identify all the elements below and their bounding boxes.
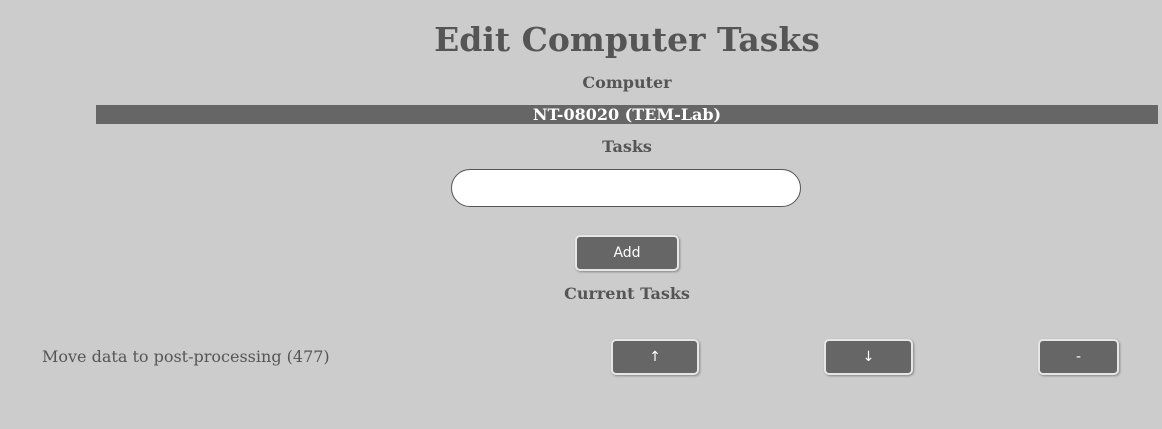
page-title: Edit Computer Tasks [434, 20, 820, 59]
add-task-button[interactable]: Add [575, 235, 679, 271]
task-row-text: Move data to post-processing (477) [42, 347, 330, 366]
task-input[interactable] [451, 169, 801, 207]
computer-label: Computer [582, 73, 672, 92]
move-up-button[interactable]: ↑ [611, 339, 699, 375]
tasks-label: Tasks [602, 137, 652, 156]
remove-task-button[interactable]: - [1038, 339, 1119, 375]
computer-name-bar: NT-08020 (TEM-Lab) [96, 105, 1158, 124]
edit-computer-tasks-page: Edit Computer Tasks Computer NT-08020 (T… [0, 0, 1162, 429]
move-down-button[interactable]: ↓ [824, 339, 913, 375]
current-tasks-label: Current Tasks [564, 284, 690, 303]
